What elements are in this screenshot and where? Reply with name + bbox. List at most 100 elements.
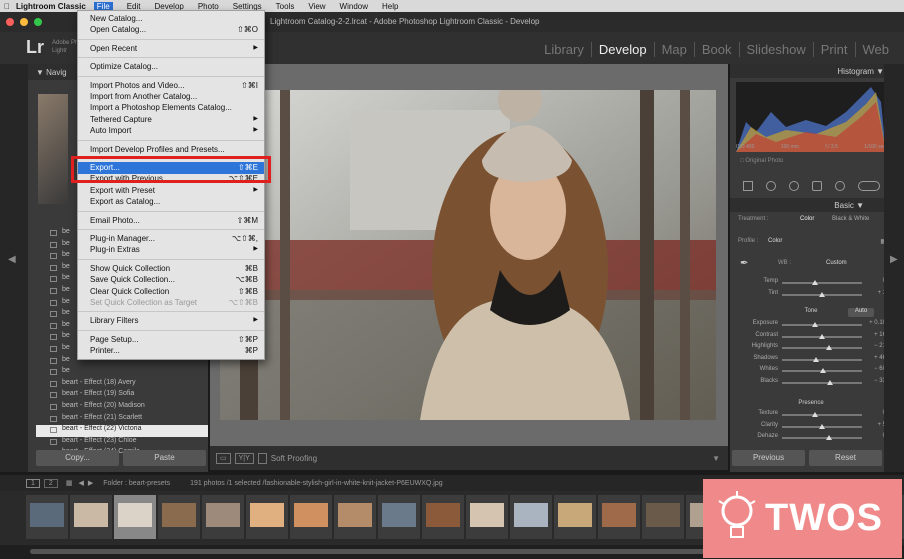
menu-item-export-as-catalog[interactable]: Export as Catalog...	[78, 196, 264, 208]
histogram[interactable]	[736, 82, 886, 152]
slider-track[interactable]	[782, 379, 862, 385]
filmstrip-thumbnail[interactable]	[290, 495, 332, 539]
left-panel-toggle[interactable]: ◀	[0, 64, 28, 472]
filmstrip-thumbnail[interactable]	[202, 495, 244, 539]
menu-item-tethered-capture[interactable]: Tethered Capture ▶	[78, 114, 264, 126]
collapse-right-arrow-icon[interactable]: ▶	[890, 254, 898, 265]
slider-track[interactable]	[782, 322, 862, 327]
filmstrip-thumbnail[interactable]	[70, 495, 112, 539]
adjustment-brush-icon[interactable]	[857, 181, 880, 191]
filmstrip-thumbnail[interactable]	[378, 495, 420, 539]
filmstrip-thumbnail[interactable]	[598, 495, 640, 539]
slider-track[interactable]	[782, 291, 862, 297]
module-book[interactable]: Book	[693, 42, 739, 57]
apple-icon[interactable]: 	[4, 2, 10, 11]
menu-item-import-a-photoshop-elements-catalog[interactable]: Import a Photoshop Elements Catalog...	[78, 102, 264, 114]
preset-item[interactable]: beart - Effect (21) Scarlett	[36, 414, 208, 426]
preset-item[interactable]: beart - Effect (19) Sofia	[36, 390, 208, 402]
crop-tool-icon[interactable]	[742, 181, 753, 191]
slider-knob[interactable]	[812, 280, 818, 285]
menu-item-import-from-another-catalog[interactable]: Import from Another Catalog...	[78, 91, 264, 103]
menu-item-new-catalog[interactable]: New Catalog...	[78, 13, 264, 25]
slider-texture[interactable]: Texture 0	[736, 410, 886, 421]
treatment-color-option[interactable]: Color	[800, 216, 814, 222]
slider-knob[interactable]	[819, 333, 825, 339]
menu-item-page-setup[interactable]: Page Setup... ⇧⌘P	[78, 334, 264, 346]
display-2-button[interactable]: 2	[43, 478, 58, 488]
slider-track[interactable]	[782, 345, 862, 350]
slider-value[interactable]: 0	[866, 278, 886, 284]
filmstrip-thumbnail[interactable]	[466, 495, 508, 539]
photo-canvas[interactable]	[210, 64, 728, 446]
soft-proofing-checkbox[interactable]	[257, 452, 267, 464]
slider-track[interactable]	[782, 412, 862, 417]
slider-knob[interactable]	[820, 368, 826, 373]
menu-help[interactable]: Help	[382, 2, 398, 11]
slider-knob[interactable]	[819, 423, 825, 429]
slider-knob[interactable]	[826, 345, 832, 350]
menu-item-import-develop-profiles-and-presets[interactable]: Import Develop Profiles and Presets...	[78, 144, 264, 156]
slider-value[interactable]: + 46	[866, 355, 886, 361]
menu-item-show-quick-collection[interactable]: Show Quick Collection ⌘B	[78, 263, 264, 275]
slider-knob[interactable]	[812, 322, 818, 327]
slider-value[interactable]: 0	[866, 433, 886, 439]
menu-item-auto-import[interactable]: Auto Import ▶	[78, 125, 264, 137]
filmstrip-thumbnail[interactable]	[114, 495, 156, 539]
menu-item-email-photo[interactable]: Email Photo... ⇧⌘M	[78, 215, 264, 227]
menu-tools[interactable]: Tools	[276, 2, 295, 11]
filmstrip-thumbnail[interactable]	[510, 495, 552, 539]
module-slideshow[interactable]: Slideshow	[738, 42, 813, 57]
slider-value[interactable]: + 0.10	[866, 320, 886, 326]
auto-tone-button[interactable]: Auto	[848, 308, 874, 317]
slider-contrast[interactable]: Contrast + 16	[736, 332, 886, 343]
toolbar-menu-icon[interactable]: ▼	[712, 454, 720, 463]
slider-track[interactable]	[782, 333, 862, 339]
slider-exposure[interactable]: Exposure + 0.10	[736, 320, 886, 331]
slider-knob[interactable]	[826, 435, 832, 440]
slider-temp[interactable]: Temp 0	[736, 278, 886, 289]
spot-removal-tool-icon[interactable]	[765, 181, 776, 191]
filmstrip-thumbnail[interactable]	[642, 495, 684, 539]
slider-clarity[interactable]: Clarity + 5	[736, 422, 886, 433]
slider-track[interactable]	[782, 423, 862, 429]
filmstrip-thumbnail[interactable]	[422, 495, 464, 539]
scrollbar-thumb[interactable]	[30, 549, 730, 554]
filmstrip-thumbnail[interactable]	[26, 495, 68, 539]
slider-highlights[interactable]: Highlights − 21	[736, 343, 886, 354]
slider-dehaze[interactable]: Dehaze 0	[736, 433, 886, 444]
slider-track[interactable]	[782, 368, 862, 373]
slider-track[interactable]	[782, 435, 862, 440]
menu-item-clear-quick-collection[interactable]: Clear Quick Collection ⇧⌘B	[78, 286, 264, 298]
previous-button[interactable]: Previous	[732, 450, 805, 466]
graduated-filter-icon[interactable]	[811, 181, 822, 191]
grid-view-icon[interactable]: ▦	[66, 479, 73, 487]
menu-item-open-catalog[interactable]: Open Catalog... ⇧⌘O	[78, 24, 264, 36]
menu-item-save-quick-collection[interactable]: Save Quick Collection... ⌥⌘B	[78, 274, 264, 286]
menu-item-library-filters[interactable]: Library Filters ▶	[78, 315, 264, 327]
display-1-button[interactable]: 1	[26, 478, 40, 488]
forward-arrow-icon[interactable]: ▶	[88, 479, 93, 487]
reset-button[interactable]: Reset	[809, 450, 882, 466]
filmstrip-thumbnail[interactable]	[554, 495, 596, 539]
slider-value[interactable]: − 33	[866, 378, 886, 384]
slider-value[interactable]: + 5	[866, 422, 886, 428]
wb-eyedropper-icon[interactable]: ✒	[740, 258, 748, 269]
original-photo-label[interactable]: □ Original Photo	[740, 158, 783, 164]
slider-value[interactable]: − 60	[866, 366, 886, 372]
red-eye-tool-icon[interactable]	[788, 181, 799, 191]
folder-breadcrumb[interactable]: Folder : beart-presets	[103, 480, 170, 487]
wb-select[interactable]: Custom	[826, 260, 847, 266]
menu-window[interactable]: Window	[340, 2, 368, 11]
slider-blacks[interactable]: Blacks − 33	[736, 378, 886, 389]
module-web[interactable]: Web	[854, 42, 897, 57]
menu-view[interactable]: View	[308, 2, 325, 11]
menu-item-printer[interactable]: Printer... ⌘P	[78, 345, 264, 357]
minimize-window-button[interactable]	[20, 18, 28, 26]
slider-value[interactable]: + 16	[866, 332, 886, 338]
module-print[interactable]: Print	[812, 42, 855, 57]
preset-item[interactable]: beart - Effect (18) Avery	[36, 379, 208, 391]
basic-header[interactable]: Basic ▼	[730, 198, 884, 212]
module-library[interactable]: Library	[537, 42, 591, 57]
preset-item[interactable]: beart - Effect (23) Chloe	[36, 437, 208, 449]
app-menu[interactable]: Lightroom Classic	[16, 2, 86, 11]
